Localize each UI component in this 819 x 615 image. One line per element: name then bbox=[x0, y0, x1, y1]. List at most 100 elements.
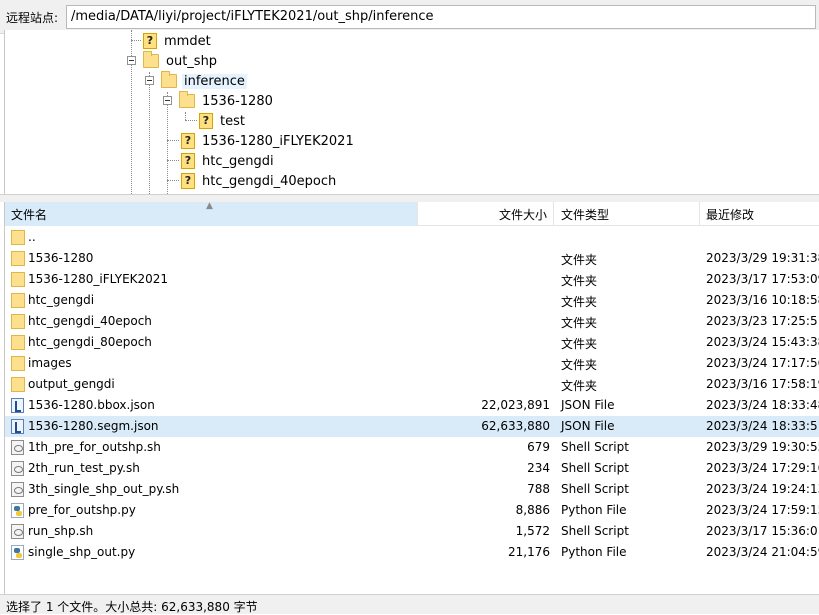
column-header-size[interactable]: 文件大小 bbox=[418, 202, 554, 226]
file-row[interactable]: htc_gengdi_80epoch 文件夹 2023/3/24 15:43:38 bbox=[5, 332, 819, 353]
file-modified: 2023/3/24 18:33:51 bbox=[706, 419, 819, 433]
tree-node-inference[interactable]: inference bbox=[161, 71, 247, 91]
file-name: 1536-1280.segm.json bbox=[28, 419, 159, 433]
file-type: Python File bbox=[561, 545, 627, 559]
tree-guide-line bbox=[131, 30, 132, 194]
folder-icon bbox=[11, 230, 25, 245]
file-modified: 2023/3/24 17:59:15 bbox=[706, 503, 819, 517]
file-size: 234 bbox=[527, 461, 550, 475]
tree-node-1536-1280-iflyek2021[interactable]: ? 1536-1280_iFLYEK2021 bbox=[181, 131, 356, 151]
question-folder-icon: ? bbox=[181, 173, 195, 189]
directory-tree[interactable]: ? mmdet out_shp inference 1536-1280 ? te… bbox=[4, 30, 819, 194]
file-row[interactable]: 2th_run_test_py.sh 234 Shell Script 2023/3/… bbox=[5, 458, 819, 479]
tree-node-label: out_shp bbox=[166, 53, 218, 69]
collapse-toggle[interactable] bbox=[127, 56, 136, 65]
folder-icon bbox=[143, 51, 159, 68]
file-type: JSON File bbox=[561, 419, 615, 433]
column-header-name[interactable]: 文件名 ▲ bbox=[5, 202, 418, 226]
file-modified: 2023/3/23 17:25:51 bbox=[706, 314, 819, 328]
file-modified: 2023/3/24 17:17:56 bbox=[706, 356, 819, 370]
tree-node-1536-1280[interactable]: 1536-1280 bbox=[179, 91, 275, 111]
file-name: output_gengdi bbox=[28, 377, 115, 391]
remote-path-input[interactable]: /media/DATA/liyi/project/iFLYTEK2021/out… bbox=[66, 5, 816, 29]
column-header-label: 文件名 bbox=[11, 208, 48, 222]
file-name: single_shp_out.py bbox=[28, 545, 136, 559]
file-size: 62,633,880 bbox=[481, 419, 550, 433]
file-row[interactable]: htc_gengdi 文件夹 2023/3/16 10:18:58 bbox=[5, 290, 819, 311]
pane-splitter[interactable] bbox=[0, 194, 819, 202]
remote-file-list[interactable]: 文件名 ▲ 文件大小 文件类型 最近修改 .. 1536-1280 文件夹 2023/… bbox=[4, 202, 819, 594]
folder-icon bbox=[179, 91, 195, 108]
folder-icon bbox=[11, 335, 25, 350]
json-file-icon bbox=[11, 398, 24, 413]
folder-icon bbox=[11, 377, 25, 392]
tree-node-mmdet[interactable]: ? mmdet bbox=[143, 31, 213, 51]
file-modified: 2023/3/29 19:31:38 bbox=[706, 251, 819, 265]
shell-script-icon bbox=[11, 482, 24, 497]
column-header-type[interactable]: 文件类型 bbox=[554, 202, 700, 226]
file-modified: 2023/3/24 18:33:48 bbox=[706, 398, 819, 412]
file-row[interactable]: 1536-1280.bbox.json 22,023,891 JSON File 20… bbox=[5, 395, 819, 416]
python-file-icon bbox=[11, 545, 24, 560]
file-type: 文件夹 bbox=[561, 358, 598, 372]
file-row[interactable]: 1536-1280.segm.json 62,633,880 JSON File 20… bbox=[5, 416, 819, 437]
file-modified: 2023/3/16 10:18:58 bbox=[706, 293, 819, 307]
file-modified: 2023/3/24 21:04:59 bbox=[706, 545, 819, 559]
tree-guide-line bbox=[167, 160, 179, 161]
file-type: 文件夹 bbox=[561, 379, 598, 393]
file-row[interactable]: 1536-1280_iFLYEK2021 文件夹 2023/3/17 17:53:0… bbox=[5, 269, 819, 290]
column-header-modified[interactable]: 最近修改 bbox=[700, 202, 819, 226]
tree-node-label: 1536-1280 bbox=[202, 93, 273, 109]
file-size: 21,176 bbox=[508, 545, 550, 559]
tree-node-test[interactable]: ? test bbox=[199, 111, 247, 131]
file-size: 679 bbox=[527, 440, 550, 454]
file-name: pre_for_outshp.py bbox=[28, 503, 136, 517]
file-type: Shell Script bbox=[561, 461, 629, 475]
file-name: 2th_run_test_py.sh bbox=[28, 461, 140, 475]
status-bar: 选择了 1 个文件。大小总共: 62,633,880 字节 bbox=[0, 594, 819, 614]
tree-node-htc-gengdi-40epoch[interactable]: ? htc_gengdi_40epoch bbox=[181, 171, 338, 191]
file-size: 1,572 bbox=[515, 524, 550, 538]
file-type: 文件夹 bbox=[561, 316, 598, 330]
tree-node-label: htc_gengdi_40epoch bbox=[202, 173, 337, 189]
tree-node-out-shp[interactable]: out_shp bbox=[143, 51, 219, 71]
file-row[interactable]: htc_gengdi_40epoch 文件夹 2023/3/23 17:25:51 bbox=[5, 311, 819, 332]
collapse-toggle[interactable] bbox=[163, 96, 172, 105]
tree-node-label: htc_gengdi bbox=[202, 153, 274, 169]
json-file-icon bbox=[11, 419, 24, 434]
file-row[interactable]: 1536-1280 文件夹 2023/3/29 19:31:38 bbox=[5, 248, 819, 269]
file-name: 1536-1280_iFLYEK2021 bbox=[28, 272, 169, 286]
shell-script-icon bbox=[11, 524, 24, 539]
file-modified: 2023/3/16 17:58:19 bbox=[706, 377, 819, 391]
collapse-toggle[interactable] bbox=[145, 76, 154, 85]
remote-site-label: 远程站点: bbox=[6, 11, 59, 25]
file-row[interactable]: images 文件夹 2023/3/24 17:17:56 bbox=[5, 353, 819, 374]
file-type: Python File bbox=[561, 503, 627, 517]
tree-guide-line bbox=[185, 112, 186, 120]
file-row[interactable]: .. bbox=[5, 227, 819, 248]
question-folder-icon: ? bbox=[199, 113, 213, 129]
file-modified: 2023/3/17 15:36:01 bbox=[706, 524, 819, 538]
folder-icon bbox=[11, 314, 25, 329]
file-row[interactable]: single_shp_out.py 21,176 Python File 2023/3… bbox=[5, 542, 819, 563]
remote-site-bar: 远程站点: /media/DATA/liyi/project/iFLYTEK20… bbox=[0, 0, 819, 34]
tree-guide-line bbox=[149, 72, 150, 194]
tree-node-label: test bbox=[220, 113, 245, 129]
file-row[interactable]: output_gengdi 文件夹 2023/3/16 17:58:19 bbox=[5, 374, 819, 395]
file-name: htc_gengdi_40epoch bbox=[28, 314, 152, 328]
file-modified: 2023/3/24 19:24:13 bbox=[706, 482, 819, 496]
file-name: images bbox=[28, 356, 72, 370]
file-name: 3th_single_shp_out_py.sh bbox=[28, 482, 180, 496]
file-type: 文件夹 bbox=[561, 274, 598, 288]
file-row[interactable]: pre_for_outshp.py 8,886 Python File 2023/3/… bbox=[5, 500, 819, 521]
folder-icon bbox=[11, 356, 25, 371]
tree-guide-line bbox=[131, 40, 141, 41]
folder-icon bbox=[11, 251, 25, 266]
tree-node-htc-gengdi[interactable]: ? htc_gengdi bbox=[181, 151, 276, 171]
file-type: Shell Script bbox=[561, 482, 629, 496]
file-row[interactable]: 3th_single_shp_out_py.sh 788 Shell Script 2… bbox=[5, 479, 819, 500]
file-row[interactable]: run_shp.sh 1,572 Shell Script 2023/3/17 15:… bbox=[5, 521, 819, 542]
file-modified: 2023/3/24 15:43:38 bbox=[706, 335, 819, 349]
tree-guide-line bbox=[167, 180, 179, 181]
file-row[interactable]: 1th_pre_for_outshp.sh 679 Shell Script 2023… bbox=[5, 437, 819, 458]
